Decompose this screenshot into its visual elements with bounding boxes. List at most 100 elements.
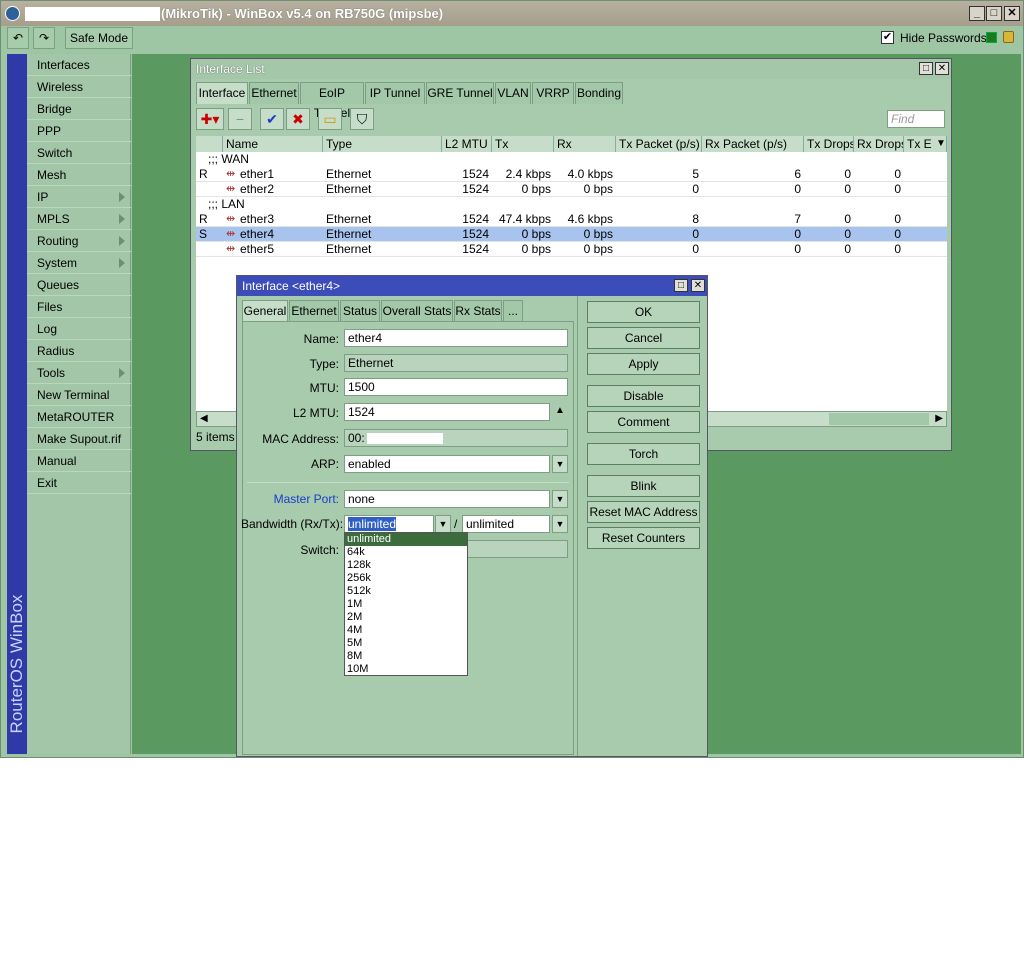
button-torch[interactable]: Torch	[587, 443, 700, 465]
bandwidth-rx-input[interactable]: unlimited	[344, 515, 434, 533]
disable-x-icon[interactable]: ✖	[286, 108, 310, 130]
find-input[interactable]: Find	[887, 110, 945, 128]
dropdown-option[interactable]: 8M	[345, 650, 467, 663]
sidebar-item-files[interactable]: Files	[27, 296, 131, 318]
dialog-maximize-button[interactable]: □	[674, 279, 688, 292]
dialog-tab-ethernet[interactable]: Ethernet	[289, 300, 339, 322]
tab-ip-tunnel[interactable]: IP Tunnel	[365, 82, 425, 104]
col-tx[interactable]: Tx	[492, 136, 554, 152]
dropdown-option[interactable]: 10M	[345, 663, 467, 676]
table-row[interactable]: Rether3 Ethernet 1524 47.4 kbps 4.6 kbps 8 7 0 0…	[196, 212, 947, 227]
tab-eoip-tunnel[interactable]: EoIP Tunnel	[300, 82, 364, 120]
dialog-tab-status[interactable]: Status	[340, 300, 380, 322]
sidebar-item-metarouter[interactable]: MetaROUTER	[27, 406, 131, 428]
bandwidth-rx-dropdown-icon[interactable]: ▼	[435, 515, 451, 533]
sidebar-item-wireless[interactable]: Wireless	[27, 76, 131, 98]
dialog-tab-rx-stats[interactable]: Rx Stats	[454, 300, 502, 322]
sidebar-item-exit[interactable]: Exit	[27, 472, 131, 494]
sidebar-item-mesh[interactable]: Mesh	[27, 164, 131, 186]
col-name[interactable]: Name	[223, 136, 323, 152]
dropdown-option[interactable]: 512k	[345, 585, 467, 598]
dropdown-option[interactable]: unlimited	[345, 533, 467, 546]
tab-bonding[interactable]: Bonding	[575, 82, 623, 104]
dropdown-option[interactable]: 2M	[345, 611, 467, 624]
table-row[interactable]: Sether4 Ethernet 1524 0 bps 0 bps 0 0 0 0 ⇹	[196, 227, 947, 242]
comment-icon[interactable]: ▭	[318, 108, 342, 130]
table-row[interactable]: ether2 Ethernet 1524 0 bps 0 bps 0 0 0 0 ⇹	[196, 182, 947, 197]
enable-check-icon[interactable]: ✔	[260, 108, 284, 130]
filter-icon[interactable]: ⛉	[350, 108, 374, 130]
safe-mode-button[interactable]: Safe Mode	[65, 27, 133, 49]
mtu-input[interactable]: 1500	[344, 378, 568, 396]
button-disable[interactable]: Disable	[587, 385, 700, 407]
sidebar-item-routing[interactable]: Routing	[27, 230, 131, 252]
scroll-right-icon[interactable]: ▶	[935, 413, 943, 424]
hide-passwords-checkbox[interactable]: ✔	[881, 31, 894, 44]
interface-list-close-button[interactable]: ✕	[935, 62, 949, 75]
dropdown-option[interactable]: 5M	[345, 637, 467, 650]
sidebar-item-radius[interactable]: Radius	[27, 340, 131, 362]
col-tx-drops[interactable]: Tx Drops	[804, 136, 854, 152]
tab-interface[interactable]: Interface	[196, 82, 248, 104]
col-flag[interactable]	[196, 136, 223, 152]
dropdown-option[interactable]: 128k	[345, 559, 467, 572]
scroll-thumb[interactable]	[829, 413, 929, 425]
tab-ethernet[interactable]: Ethernet	[249, 82, 299, 104]
maximize-button[interactable]: □	[986, 6, 1002, 21]
col-tx-packet-p-s-[interactable]: Tx Packet (p/s)	[616, 136, 702, 152]
bandwidth-tx-input[interactable]: unlimited	[462, 515, 550, 533]
dropdown-option[interactable]: 4M	[345, 624, 467, 637]
button-reset-mac-address[interactable]: Reset MAC Address	[587, 501, 700, 523]
sidebar-item-queues[interactable]: Queues	[27, 274, 131, 296]
col-rx[interactable]: Rx	[554, 136, 616, 152]
arp-dropdown-icon[interactable]: ▼	[552, 455, 568, 473]
undo-button[interactable]: ↶	[7, 27, 29, 49]
collapse-arrow-icon[interactable]: ▲	[552, 403, 568, 421]
close-button[interactable]: ✕	[1004, 6, 1020, 21]
sidebar-item-interfaces[interactable]: Interfaces	[27, 54, 131, 76]
button-reset-counters[interactable]: Reset Counters	[587, 527, 700, 549]
dropdown-option[interactable]: 256k	[345, 572, 467, 585]
button-comment[interactable]: Comment	[587, 411, 700, 433]
bandwidth-tx-dropdown-icon[interactable]: ▼	[552, 515, 568, 533]
tab-vlan[interactable]: VLAN	[495, 82, 531, 104]
col-l2-mtu[interactable]: L2 MTU	[442, 136, 492, 152]
master-port-select[interactable]: none	[344, 490, 550, 508]
dialog-tab-more[interactable]: ...	[503, 300, 523, 322]
button-ok[interactable]: OK	[587, 301, 700, 323]
arp-select[interactable]: enabled	[344, 455, 550, 473]
name-input[interactable]: ether4	[344, 329, 568, 347]
button-blink[interactable]: Blink	[587, 475, 700, 497]
col-rx-packet-p-s-[interactable]: Rx Packet (p/s)	[702, 136, 804, 152]
add-icon[interactable]: ✚▾	[196, 108, 224, 130]
tab-vrrp[interactable]: VRRP	[532, 82, 574, 104]
sidebar-item-system[interactable]: System	[27, 252, 131, 274]
l2mtu-input[interactable]: 1524	[344, 403, 550, 421]
remove-icon[interactable]: −	[228, 108, 252, 130]
minimize-button[interactable]: _	[969, 6, 985, 21]
button-cancel[interactable]: Cancel	[587, 327, 700, 349]
interface-list-maximize-button[interactable]: □	[919, 62, 933, 75]
button-apply[interactable]: Apply	[587, 353, 700, 375]
sidebar-item-new-terminal[interactable]: New Terminal	[27, 384, 131, 406]
dropdown-option[interactable]: 1M	[345, 598, 467, 611]
column-menu-arrow-icon[interactable]: ▼	[936, 138, 946, 149]
redo-button[interactable]: ↷	[33, 27, 55, 49]
scroll-left-icon[interactable]: ◀	[200, 413, 208, 424]
tab-gre-tunnel[interactable]: GRE Tunnel	[426, 82, 494, 104]
master-port-dropdown-icon[interactable]: ▼	[552, 490, 568, 508]
table-row[interactable]: ether5 Ethernet 1524 0 bps 0 bps 0 0 0 0 ⇹	[196, 242, 947, 257]
sidebar-item-ppp[interactable]: PPP	[27, 120, 131, 142]
sidebar-item-bridge[interactable]: Bridge	[27, 98, 131, 120]
sidebar-item-switch[interactable]: Switch	[27, 142, 131, 164]
sidebar-item-tools[interactable]: Tools	[27, 362, 131, 384]
sidebar-item-log[interactable]: Log	[27, 318, 131, 340]
sidebar-item-make-supout-rif[interactable]: Make Supout.rif	[27, 428, 131, 450]
sidebar-item-mpls[interactable]: MPLS	[27, 208, 131, 230]
dialog-close-button[interactable]: ✕	[691, 279, 705, 292]
col-rx-drops[interactable]: Rx Drops	[854, 136, 904, 152]
sidebar-item-ip[interactable]: IP	[27, 186, 131, 208]
sidebar-item-manual[interactable]: Manual	[27, 450, 131, 472]
dialog-tab-general[interactable]: General	[242, 300, 288, 322]
dropdown-option[interactable]: 64k	[345, 546, 467, 559]
